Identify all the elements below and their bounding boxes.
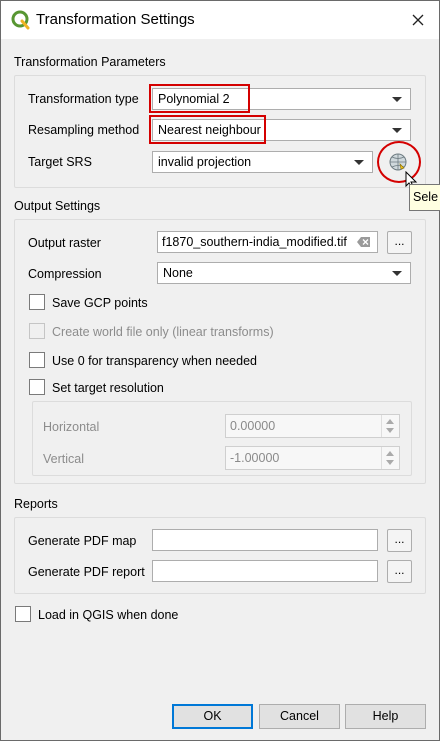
use-zero-transparency-label: Use 0 for transparency when needed bbox=[52, 354, 257, 368]
use-zero-transparency-checkbox[interactable] bbox=[29, 352, 45, 368]
help-button[interactable]: Help bbox=[345, 704, 426, 729]
ok-button[interactable]: OK bbox=[172, 704, 253, 729]
pdf-map-label: Generate PDF map bbox=[28, 534, 137, 548]
qgis-logo-icon bbox=[11, 10, 30, 30]
pdf-report-label: Generate PDF report bbox=[28, 565, 145, 579]
horizontal-resolution-spinbox[interactable]: 0.00000 bbox=[225, 414, 400, 438]
chevron-down-icon bbox=[392, 271, 402, 276]
compression-label: Compression bbox=[28, 267, 102, 281]
target-srs-label: Target SRS bbox=[28, 155, 92, 169]
output-raster-field[interactable]: f1870_southern-india_modified.tif bbox=[157, 231, 378, 253]
spin-buttons[interactable] bbox=[381, 447, 399, 469]
reports-heading: Reports bbox=[14, 497, 58, 511]
world-file-label: Create world file only (linear transform… bbox=[52, 325, 274, 339]
horizontal-label: Horizontal bbox=[43, 420, 100, 434]
set-target-resolution-checkbox[interactable] bbox=[29, 379, 45, 395]
highlight-box-transformation-type bbox=[149, 84, 250, 113]
world-file-checkbox[interactable] bbox=[29, 323, 45, 339]
target-srs-value: invalid projection bbox=[158, 155, 252, 169]
transformation-type-label: Transformation type bbox=[28, 92, 139, 106]
spin-up-icon bbox=[386, 419, 394, 424]
output-raster-browse-button[interactable]: ... bbox=[387, 231, 412, 254]
close-icon bbox=[412, 14, 424, 26]
chevron-down-icon bbox=[354, 160, 364, 165]
highlight-box-resampling-method bbox=[149, 115, 266, 144]
vertical-resolution-spinbox[interactable]: -1.00000 bbox=[225, 446, 400, 470]
spin-down-icon bbox=[386, 428, 394, 433]
spin-up-icon bbox=[386, 451, 394, 456]
compression-select[interactable]: None bbox=[157, 262, 411, 284]
window-title: Transformation Settings bbox=[36, 11, 195, 28]
pdf-report-browse-button[interactable]: ... bbox=[387, 560, 412, 583]
resampling-method-label: Resampling method bbox=[28, 123, 140, 137]
transformation-parameters-heading: Transformation Parameters bbox=[14, 55, 166, 69]
compression-value: None bbox=[163, 266, 193, 280]
vertical-resolution-value: -1.00000 bbox=[230, 451, 280, 465]
output-raster-value: f1870_southern-india_modified.tif bbox=[162, 235, 347, 249]
select-crs-tooltip: Sele bbox=[409, 184, 440, 211]
load-in-qgis-label: Load in QGIS when done bbox=[38, 608, 179, 622]
close-button[interactable] bbox=[402, 5, 434, 35]
transformation-settings-dialog: Transformation Settings Transformation P… bbox=[0, 0, 440, 741]
pdf-report-field[interactable] bbox=[152, 560, 378, 582]
save-gcp-checkbox[interactable] bbox=[29, 294, 45, 310]
spin-buttons[interactable] bbox=[381, 415, 399, 437]
output-settings-heading: Output Settings bbox=[14, 199, 101, 213]
spin-down-icon bbox=[386, 460, 394, 465]
target-srs-select[interactable]: invalid projection bbox=[152, 151, 373, 173]
pdf-map-browse-button[interactable]: ... bbox=[387, 529, 412, 552]
set-target-resolution-label: Set target resolution bbox=[52, 381, 164, 395]
output-raster-label: Output raster bbox=[28, 236, 101, 250]
vertical-label: Vertical bbox=[43, 452, 84, 466]
clear-field-icon[interactable] bbox=[357, 236, 371, 248]
chevron-down-icon bbox=[392, 97, 402, 102]
load-in-qgis-checkbox[interactable] bbox=[15, 606, 31, 622]
pdf-map-field[interactable] bbox=[152, 529, 378, 551]
chevron-down-icon bbox=[392, 128, 402, 133]
title-bar: Transformation Settings bbox=[1, 1, 439, 39]
save-gcp-label: Save GCP points bbox=[52, 296, 148, 310]
horizontal-resolution-value: 0.00000 bbox=[230, 419, 276, 433]
cancel-button[interactable]: Cancel bbox=[259, 704, 340, 729]
